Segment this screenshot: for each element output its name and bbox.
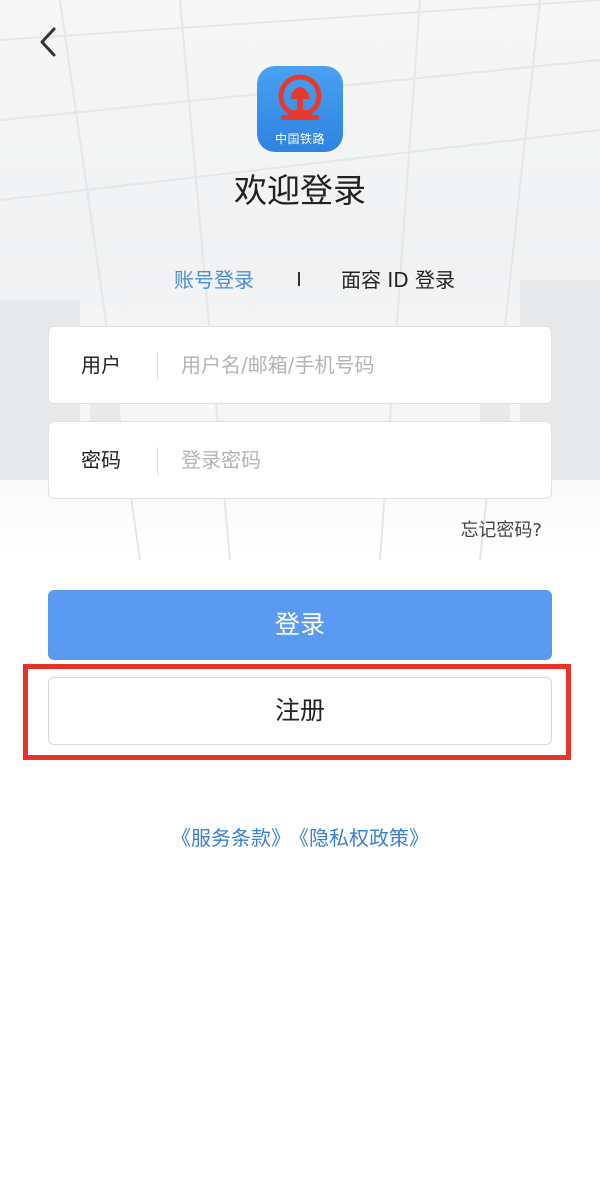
login-button[interactable]: 登录 [48,590,552,660]
field-divider [157,352,158,380]
privacy-policy-link[interactable]: 《隐私权政策》 [299,826,429,850]
page-title: 欢迎登录 [234,171,366,210]
terms-of-service-link[interactable]: 《服务条款》 [171,826,291,850]
username-input[interactable] [181,327,521,403]
tab-account-login[interactable]: 账号登录 [174,264,254,293]
tab-separator [298,272,300,286]
password-field: 密码 [48,421,552,499]
agreements: 《服务条款》 《隐私权政策》 [0,822,600,851]
field-divider [157,447,158,475]
logo-text: 中国铁路 [274,132,325,146]
user-label: 用户 [81,353,121,377]
password-input[interactable] [181,422,521,498]
user-field: 用户 [48,326,552,404]
login-tabs: 账号登录 面容 ID 登录 [0,262,600,292]
china-railway-emblem-icon [278,74,322,120]
register-button[interactable]: 注册 [48,677,552,745]
back-button[interactable] [28,22,68,62]
app-logo: 中国铁路 [257,66,343,152]
password-label: 密码 [81,448,121,472]
forgot-password-link[interactable]: 忘记密码? [460,516,542,542]
chevron-left-icon [40,27,56,57]
tab-face-id-login[interactable]: 面容 ID 登录 [341,264,455,293]
